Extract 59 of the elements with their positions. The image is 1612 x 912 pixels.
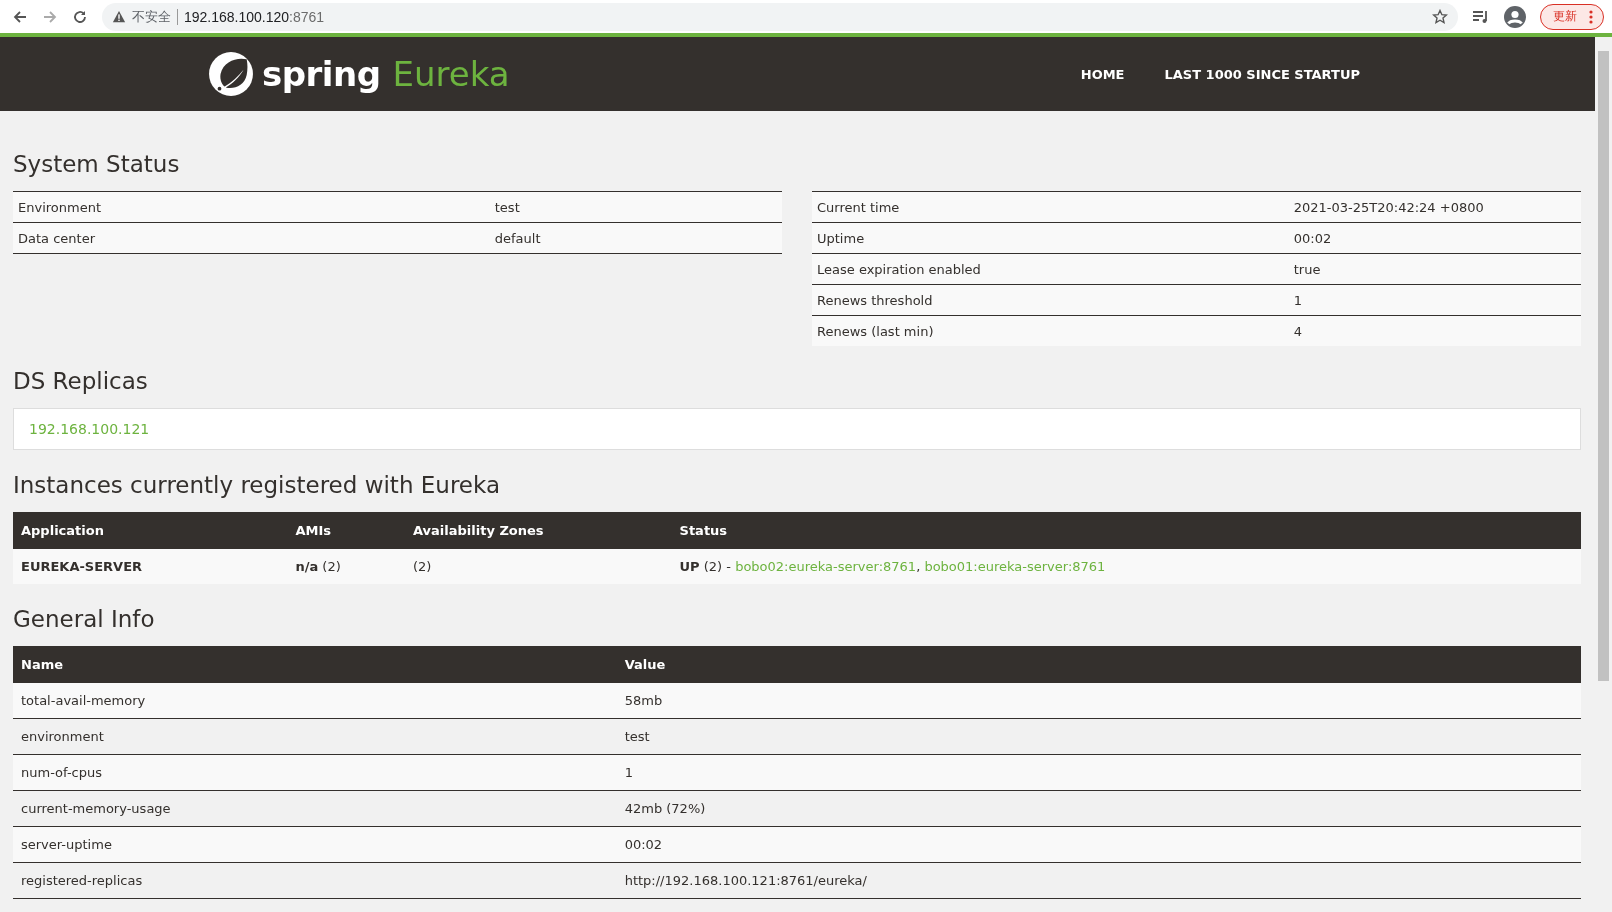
table-cell: test	[616, 718, 1581, 755]
url-text: 192.168.100.120:8761	[184, 8, 326, 25]
scrollbar[interactable]	[1595, 37, 1612, 912]
table-cell: Renews threshold	[812, 284, 1289, 316]
table-cell: 1	[1288, 284, 1581, 316]
column-header: Application	[13, 512, 288, 549]
table-cell: Data center	[13, 222, 490, 254]
table-cell: EUREKA-SERVER	[13, 549, 288, 584]
table-cell: num-of-cpus	[13, 754, 617, 791]
logo-text: spring	[262, 54, 381, 94]
table-cell: Uptime	[812, 222, 1289, 254]
table-cell: Renews (last min)	[812, 315, 1289, 346]
table-cell: 2021-03-25T20:42:24 +0800	[1288, 191, 1581, 223]
status-text: UP (2) -	[679, 559, 731, 574]
leaf-logo-icon	[208, 51, 254, 97]
nav-link[interactable]: LAST 1000 SINCE STARTUP	[1164, 66, 1360, 82]
table-cell: 4	[1288, 315, 1581, 346]
table-cell: server-uptime	[13, 826, 617, 863]
table-cell: Environment	[13, 191, 490, 223]
section-title: General Info	[13, 605, 156, 634]
section-title: System Status	[13, 150, 181, 179]
table-cell: n/a (2)	[287, 549, 405, 584]
table-cell: environment	[13, 718, 617, 755]
address-bar[interactable]: 不安全 192.168.100.120:8761	[102, 2, 1458, 31]
table-cell: Lease expiration enabled	[812, 253, 1289, 285]
table-cell: current-memory-usage	[13, 790, 617, 827]
column-header: Status	[671, 512, 1581, 549]
column-header: AMIs	[287, 512, 405, 549]
column-header: Name	[13, 646, 617, 683]
warning-icon	[112, 9, 126, 24]
table-cell: 58mb	[616, 683, 1581, 719]
table-cell: true	[1288, 253, 1581, 285]
bookmark-star-icon[interactable]	[1432, 8, 1448, 25]
separator-text: ,	[916, 559, 921, 574]
table-cell: (2)	[405, 549, 672, 584]
logo[interactable]: spring Eureka	[208, 51, 510, 97]
table-cell: 00:02	[1288, 222, 1581, 254]
update-button[interactable]: 更新	[1540, 3, 1604, 30]
section-title: Instances currently registered with Eureka	[13, 471, 501, 500]
table-cell: 1	[616, 754, 1581, 791]
column-header: Availability Zones	[405, 512, 672, 549]
table-cell: default	[489, 222, 782, 254]
nav-link[interactable]: HOME	[1080, 66, 1125, 82]
table-cell: Current time	[812, 191, 1289, 223]
playlist-icon[interactable]	[1472, 8, 1490, 25]
reload-icon[interactable]	[72, 8, 88, 25]
account-icon[interactable]	[1504, 5, 1526, 28]
logo-product-text: Eureka	[392, 54, 510, 94]
security-label: 不安全	[132, 7, 171, 26]
column-header: Value	[616, 646, 1581, 683]
table-cell: http://192.168.100.121:8761/eureka/	[616, 862, 1581, 899]
table-cell: total-avail-memory	[13, 683, 617, 719]
table-cell: 00:02	[616, 826, 1581, 863]
section-title: DS Replicas	[13, 367, 149, 396]
back-icon[interactable]	[12, 8, 28, 25]
table-cell: 42mb (72%)	[616, 790, 1581, 827]
table-cell: test	[489, 191, 782, 223]
more-icon	[1589, 9, 1593, 24]
table-cell: registered-replicas	[13, 862, 617, 899]
